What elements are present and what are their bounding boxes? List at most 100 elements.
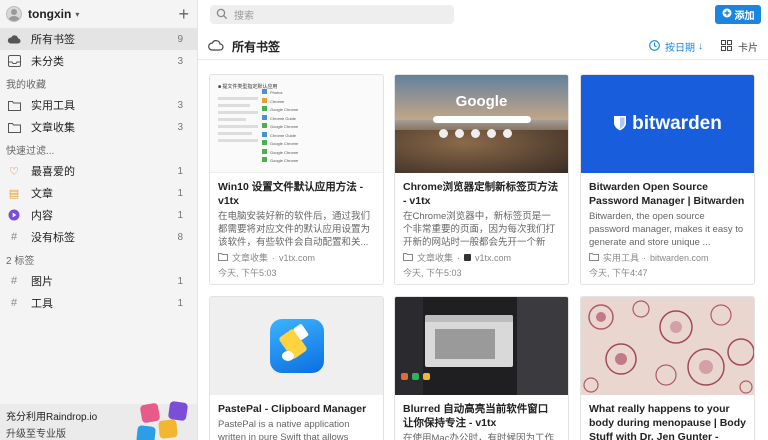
sort-by-date-button[interactable]: 按日期 ↓ — [649, 39, 703, 54]
bookmark-card[interactable]: PastePal - Clipboard Manager PastePal is… — [209, 296, 384, 440]
sidebar-item-all-bookmarks[interactable]: 所有书签 9 — [0, 28, 197, 50]
collections-heading: 我的收藏 — [6, 79, 46, 91]
sidebar-item-articles[interactable]: 文章收集 3 — [0, 116, 197, 138]
thumb-search-box — [433, 116, 531, 123]
card-body: PastePal - Clipboard Manager PastePal is… — [210, 395, 383, 440]
card-thumbnail: Google — [395, 75, 568, 173]
sidebar-item-content[interactable]: 内容 1 — [0, 204, 197, 226]
sidebar-item-count: 1 — [177, 275, 183, 287]
thumb-app-row: Google Chrome — [270, 141, 299, 146]
card-excerpt: 在使用Mac办公时，有时候因为工作 — [403, 433, 554, 440]
bookmark-card[interactable]: Google Chrome浏览器定制新标签页方法 - v1tx 在Chrome浏… — [394, 74, 569, 285]
sidebar-item-label: 文章 — [31, 188, 53, 200]
sidebar-item-tag-tools[interactable]: # 工具 1 — [0, 292, 197, 314]
card-collection: 文章收集 — [417, 253, 454, 263]
thumb-shortcuts — [439, 129, 512, 138]
card-excerpt: Bitwarden, the open source password mana… — [589, 211, 744, 248]
meta-separator: · — [272, 252, 276, 263]
thumb-app-row: Google Chrome — [270, 158, 299, 163]
sidebar-item-unsorted[interactable]: 未分类 3 — [0, 50, 197, 72]
sidebar-item-label: 工具 — [31, 298, 53, 310]
search-placeholder: 搜索 — [234, 10, 254, 22]
sidebar-item-count: 1 — [177, 297, 183, 309]
card-thumbnail — [395, 297, 568, 395]
bookmark-card[interactable]: bitwarden Bitwarden Open Source Password… — [580, 74, 755, 285]
bookmark-card[interactable]: ■ 提文件类型指定默认应用 Photos Chrome Google Chrom… — [209, 74, 384, 285]
cells-illustration — [583, 300, 754, 394]
card-meta: 文章收集 · v1tx.com — [218, 251, 375, 264]
meta-separator: · — [643, 252, 647, 263]
thumb-app-row: Google Chrome — [270, 124, 299, 129]
folder-icon — [7, 98, 21, 112]
sidebar-item-label: 图片 — [31, 276, 53, 288]
card-excerpt: 在Chrome浏览器中，新标签页是一个非常重要的页面，因为每次我们打开新的网站时… — [403, 211, 556, 248]
promo-illustration — [136, 400, 193, 440]
sidebar-item-label: 没有标签 — [31, 232, 75, 244]
sidebar-item-count: 3 — [177, 121, 183, 133]
chevron-down-icon: ▾ — [75, 9, 80, 19]
hash-icon: # — [10, 231, 18, 243]
sidebar-item-article-type[interactable]: ▤ 文章 1 — [0, 182, 197, 204]
hash-icon: # — [10, 275, 18, 287]
card-meta: 文章收集 · v1tx.com — [403, 251, 560, 264]
page-title: 所有书签 — [232, 40, 281, 54]
sidebar-item-count: 1 — [177, 209, 183, 221]
sidebar-item-count: 9 — [177, 33, 183, 45]
grid-icon — [721, 39, 732, 54]
thumb-dock — [401, 373, 430, 380]
upgrade-promo[interactable]: 充分利用Raindrop.io 升级至专业版 — [0, 400, 197, 440]
sidebar-item-favorites[interactable]: ♡ 最喜爱的 1 — [0, 160, 197, 182]
google-logo: Google — [455, 93, 508, 110]
card-date: 今天, 下午5:03 — [403, 268, 462, 278]
sidebar: tongxin ▾ + 所有书签 9 未分类 3 我的收藏 实用工具 3 文章收… — [0, 0, 198, 440]
view-label: 卡片 — [738, 43, 758, 54]
card-title: Bitwarden Open Source Password Manager |… — [589, 181, 745, 207]
sidebar-item-untagged[interactable]: # 没有标签 8 — [0, 226, 197, 248]
thumb-app-row: Chrome — [270, 98, 285, 104]
card-collection: 实用工具 — [603, 253, 640, 263]
card-title: Blurred 自动高亮当前软件窗口 让你保持专注 - v1tx — [403, 403, 549, 429]
user-name: tongxin — [28, 7, 72, 21]
hash-icon: # — [10, 297, 18, 309]
thumb-app-row: Google Chrome — [270, 149, 299, 155]
heart-icon: ♡ — [9, 165, 19, 178]
thumb-app-list: Photos Chrome Google Chrome Chrome Guide… — [262, 89, 298, 166]
user-menu[interactable]: tongxin ▾ + — [0, 0, 197, 28]
sidebar-item-label: 最喜爱的 — [31, 166, 75, 178]
card-thumbnail: ■ 提文件类型指定默认应用 Photos Chrome Google Chrom… — [210, 75, 383, 173]
tags-heading: 2 标签 — [6, 255, 35, 267]
thumb-app-row: Chrome Guide — [270, 132, 297, 138]
thumb-app-row: Chrome Guide — [270, 115, 297, 121]
meta-separator: · — [457, 252, 461, 263]
folder-icon — [7, 120, 21, 134]
card-body: Blurred 自动高亮当前软件窗口 让你保持专注 - v1tx 在使用Mac办… — [395, 395, 568, 440]
sidebar-item-tag-images[interactable]: # 图片 1 — [0, 270, 197, 292]
folder-icon — [403, 252, 413, 263]
search-input[interactable]: 搜索 — [210, 4, 454, 24]
card-collection: 文章收集 — [232, 253, 269, 263]
sidebar-item-label: 未分类 — [31, 56, 64, 68]
bookmark-card[interactable]: What really happens to your body during … — [580, 296, 755, 440]
sidebar-item-label: 实用工具 — [31, 100, 75, 112]
sort-label: 按日期 — [665, 43, 695, 54]
card-domain: v1tx.com — [279, 252, 316, 263]
card-domain: bitwarden.com — [650, 252, 709, 263]
card-thumbnail — [581, 297, 754, 395]
add-bookmark-button[interactable]: 添加 — [715, 4, 761, 24]
sidebar-item-count: 3 — [177, 99, 183, 111]
sidebar-item-count: 1 — [177, 187, 183, 199]
top-bar: 搜索 添加 — [198, 0, 768, 28]
view-mode-button[interactable]: 卡片 — [721, 39, 758, 54]
sidebar-item-tools[interactable]: 实用工具 3 — [0, 94, 197, 116]
card-title: What really happens to your body during … — [589, 403, 746, 440]
plus-icon — [722, 8, 732, 21]
sidebar-item-count: 1 — [177, 165, 183, 177]
card-date: 今天, 下午4:47 — [589, 268, 648, 278]
card-title: Chrome浏览器定制新标签页方法 - v1tx — [403, 181, 559, 207]
card-body: Win10 设置文件默认应用方法 - v1tx 在电脑安装好新的软件后，通过我们… — [210, 173, 383, 279]
new-collection-button[interactable]: + — [178, 5, 189, 23]
bitwarden-logo-text: bitwarden — [632, 113, 722, 134]
bookmark-card[interactable]: Blurred 自动高亮当前软件窗口 让你保持专注 - v1tx 在使用Mac办… — [394, 296, 569, 440]
folder-icon — [218, 252, 228, 263]
card-body: Chrome浏览器定制新标签页方法 - v1tx 在Chrome浏览器中，新标签… — [395, 173, 568, 279]
